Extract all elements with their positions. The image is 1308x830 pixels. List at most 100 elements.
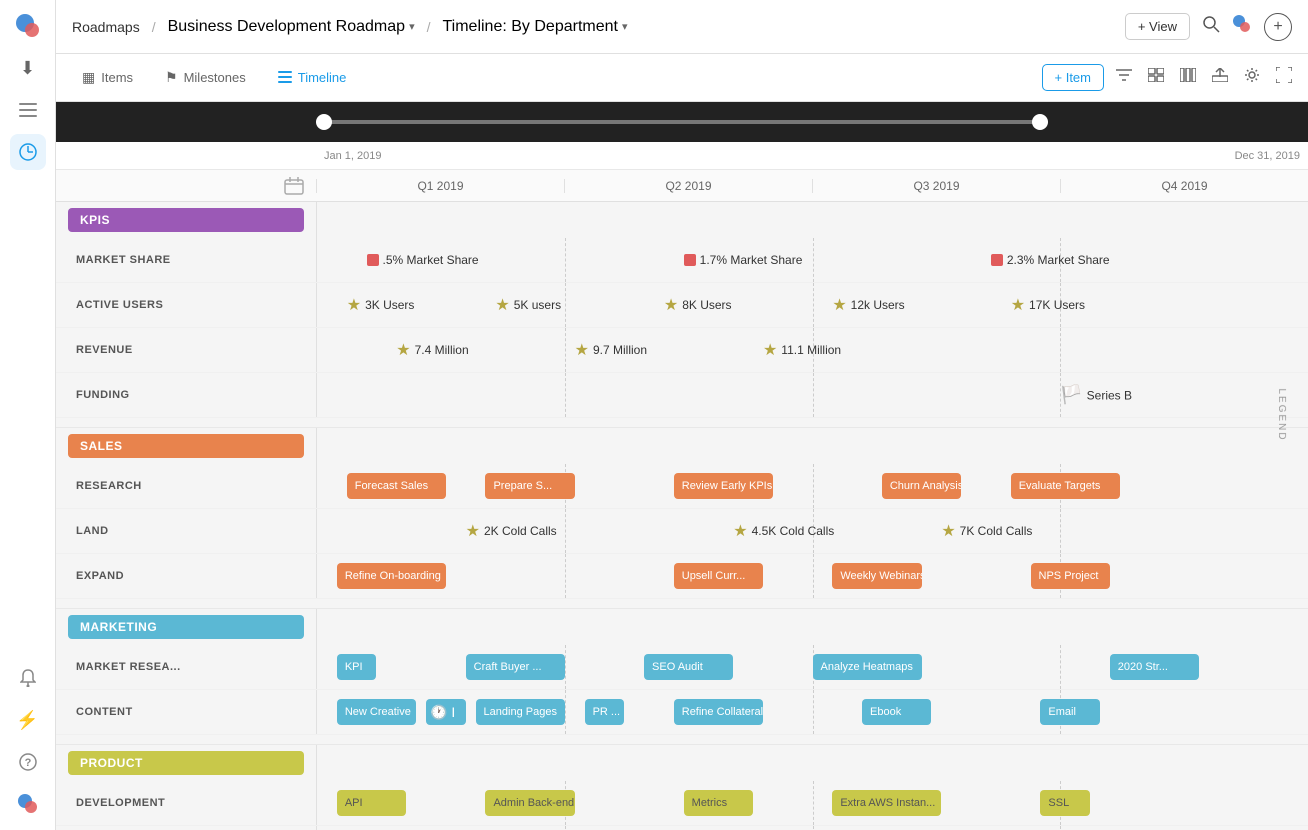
- timeline-bar-6[interactable]: Email: [1040, 699, 1099, 725]
- timeline-bar-3[interactable]: Analyze Heatmaps: [813, 654, 922, 680]
- flag-icon: 🏳️: [1060, 385, 1082, 406]
- milestones-icon: ⚑: [165, 69, 178, 86]
- star-label: 8K Users: [682, 298, 731, 312]
- slider-handle-left[interactable]: [316, 114, 332, 130]
- sub-timeline-content: New Creative 🕐 I Landing Pages PR ... Refine…: [316, 690, 1308, 734]
- star-label: 5K users: [514, 298, 561, 312]
- timeline-bar-5[interactable]: Ebook: [862, 699, 931, 725]
- search-icon[interactable]: [1202, 15, 1220, 38]
- sub-timeline-market-resea-: KPI Craft Buyer ... SEO Audit Analyze Heatm…: [316, 645, 1308, 689]
- timeline-star-1[interactable]: ★4.5K Cold Calls: [733, 521, 834, 541]
- group-label-cell-kpis: KPIS: [56, 202, 316, 238]
- timeline-star-2[interactable]: ★11.1 Million: [763, 340, 841, 360]
- topbar-right: + View +: [1125, 13, 1292, 41]
- settings-icon[interactable]: [1240, 63, 1264, 92]
- tab-milestones[interactable]: ⚑ Milestones: [151, 63, 260, 92]
- timeline-star-4[interactable]: ★17K Users: [1011, 295, 1085, 315]
- timeline-star-2[interactable]: ★7K Cold Calls: [941, 521, 1032, 541]
- timeline-bar-3[interactable]: Churn Analysis: [882, 473, 961, 499]
- timeline-bar-2[interactable]: SEO Audit: [644, 654, 733, 680]
- marker-square: [367, 254, 379, 266]
- timeline-bar-2[interactable]: Weekly Webinars: [832, 563, 921, 589]
- timeline-bar-0[interactable]: Forecast Sales: [347, 473, 446, 499]
- quarter-divider: [565, 373, 566, 417]
- group-label-sales[interactable]: SALES: [68, 434, 304, 458]
- columns-icon[interactable]: [1176, 64, 1200, 91]
- list-view-icon[interactable]: [10, 92, 46, 128]
- star-label: 7K Cold Calls: [960, 524, 1033, 538]
- tab-items[interactable]: ▦ Items: [68, 63, 147, 92]
- tab-timeline[interactable]: Timeline: [264, 64, 361, 92]
- quarter-divider: [565, 283, 566, 327]
- flag-label: Series B: [1087, 388, 1132, 402]
- group-label-cell-sales: SALES: [56, 428, 316, 464]
- timeline-flag-0[interactable]: 🏳️ Series B: [1060, 385, 1132, 406]
- timeline-star-2[interactable]: ★8K Users: [664, 295, 732, 315]
- timeline-marker-2[interactable]: 2.3% Market Share: [991, 253, 1110, 267]
- breadcrumb-roadmaps[interactable]: Roadmaps: [72, 19, 140, 35]
- sub-timeline-market-share: .5% Market Share 1.7% Market Share 2.3% Ma…: [316, 238, 1308, 282]
- timeline-bar-4[interactable]: Evaluate Targets: [1011, 473, 1120, 499]
- timeline-bar-3[interactable]: Extra AWS Instan...: [832, 790, 941, 816]
- slider-handle-right[interactable]: [1032, 114, 1048, 130]
- group-icon[interactable]: [1144, 64, 1168, 91]
- quarter-divider: [565, 690, 566, 734]
- timeline-marker-0[interactable]: .5% Market Share: [367, 253, 479, 267]
- new-item-button[interactable]: + Item: [1042, 64, 1105, 91]
- lightning-icon[interactable]: ⚡: [10, 702, 46, 738]
- sub-timeline-revenue: ★7.4 Million ★9.7 Million ★11.1 Million: [316, 328, 1308, 372]
- timeline-bar-2[interactable]: Review Early KPIs: [674, 473, 773, 499]
- app-icon[interactable]: [1232, 14, 1252, 39]
- timeline-bar-2[interactable]: Metrics: [684, 790, 753, 816]
- timeline-bar-4[interactable]: SSL: [1040, 790, 1090, 816]
- timeline-bar-0[interactable]: KPI: [337, 654, 377, 680]
- help-icon[interactable]: ?: [10, 744, 46, 780]
- filter-icon[interactable]: [1112, 64, 1136, 91]
- logo-bottom[interactable]: [10, 786, 46, 822]
- timeline-bar-2[interactable]: Landing Pages: [476, 699, 565, 725]
- timeline-star-0[interactable]: ★2K Cold Calls: [466, 521, 557, 541]
- view-button[interactable]: + View: [1125, 13, 1190, 40]
- slider-track[interactable]: [316, 120, 1048, 124]
- timeline-star-1[interactable]: ★5K users: [495, 295, 561, 315]
- timeline-bar-3[interactable]: PR ...: [585, 699, 625, 725]
- download-icon[interactable]: ⬇: [10, 50, 46, 86]
- timeline-star-0[interactable]: ★3K Users: [347, 295, 415, 315]
- timeline-bar-1[interactable]: Prepare S...: [485, 473, 574, 499]
- timeline-bar-1[interactable]: 🕐 I: [426, 699, 466, 725]
- breadcrumb-business[interactable]: Business Development Roadmap ▾: [168, 18, 415, 36]
- timeline-marker-1[interactable]: 1.7% Market Share: [684, 253, 803, 267]
- timeline-bar-0[interactable]: API: [337, 790, 406, 816]
- timeline-slider[interactable]: [56, 102, 1308, 142]
- timeline-bar-1[interactable]: Admin Back-end: [485, 790, 574, 816]
- breadcrumb-timeline[interactable]: Timeline: By Department ▾: [442, 18, 627, 36]
- export-icon[interactable]: [1208, 64, 1232, 91]
- group-label-marketing[interactable]: MARKETING: [68, 615, 304, 639]
- tabbar: ▦ Items ⚑ Milestones Timeline + Item: [56, 54, 1308, 102]
- timeline-bar-4[interactable]: 2020 Str...: [1110, 654, 1199, 680]
- dashboard-icon[interactable]: [10, 134, 46, 170]
- fullscreen-icon[interactable]: [1272, 63, 1296, 92]
- group-label-kpis[interactable]: KPIS: [68, 208, 304, 232]
- timeline-bar-0[interactable]: Refine On-boarding: [337, 563, 446, 589]
- star-icon: ★: [575, 340, 589, 360]
- group-row-marketing: MARKETING: [56, 609, 1308, 645]
- sub-timeline-growth: Social Sign-inReferral ProgramSearchLive…: [316, 826, 1308, 830]
- add-button[interactable]: +: [1264, 13, 1292, 41]
- timeline-star-1[interactable]: ★9.7 Million: [575, 340, 647, 360]
- timeline-bar-3[interactable]: NPS Project: [1031, 563, 1110, 589]
- brand-logo[interactable]: [10, 8, 46, 44]
- group-label-product[interactable]: PRODUCT: [68, 751, 304, 775]
- timeline-star-0[interactable]: ★7.4 Million: [396, 340, 468, 360]
- timeline-bar-1[interactable]: Craft Buyer ...: [466, 654, 565, 680]
- timeline-bar-4[interactable]: Refine Collateral: [674, 699, 763, 725]
- timeline-star-3[interactable]: ★12k Users: [832, 295, 904, 315]
- star-icon: ★: [396, 340, 410, 360]
- timeline-bar-0[interactable]: New Creative: [337, 699, 416, 725]
- sub-label-market-resea-: MARKET RESEA...: [56, 661, 316, 673]
- quarter-divider: [565, 826, 566, 830]
- group-label-cell-marketing: MARKETING: [56, 609, 316, 645]
- timeline-bar-1[interactable]: Upsell Curr...: [674, 563, 763, 589]
- sub-timeline-active-users: ★3K Users ★5K users ★8K Users ★12k Users ★17…: [316, 283, 1308, 327]
- notification-icon[interactable]: [10, 660, 46, 696]
